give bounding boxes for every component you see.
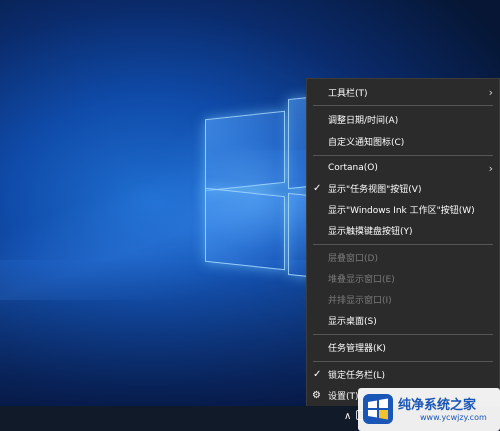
menu-item-label: 层叠窗口(D) [328, 253, 378, 264]
chevron-up-icon[interactable]: ∧ [344, 411, 351, 422]
watermark-logo-icon [363, 394, 393, 424]
menu-item-label: 工具栏(T) [328, 88, 368, 99]
menu-item-label: 显示"任务视图"按钮(V) [328, 184, 422, 195]
light-floor [0, 260, 320, 406]
menu-item-toolbars[interactable]: 工具栏(T) › [307, 82, 499, 102]
taskbar-context-menu: 工具栏(T) › 调整日期/时间(A) 自定义通知图标(C) Cortana(O… [306, 78, 500, 408]
menu-item-lock-taskbar[interactable]: ✓ 锁定任务栏(L) [307, 364, 499, 384]
menu-item-label: 任务管理器(K) [328, 343, 386, 354]
chevron-right-icon: › [488, 161, 493, 175]
menu-item-label: Cortana(O) [328, 163, 378, 173]
menu-item-label: 调整日期/时间(A) [328, 115, 399, 126]
menu-item-label: 显示触摸键盘按钮(Y) [328, 226, 413, 237]
menu-separator [313, 361, 493, 362]
menu-item-show-desktop[interactable]: 显示桌面(S) [307, 310, 499, 330]
watermark: 纯净系统之家 www.ycwjzy.com [358, 388, 500, 431]
menu-separator [313, 244, 493, 245]
menu-item-label: 堆叠显示窗口(E) [328, 274, 395, 285]
menu-item-label: 显示桌面(S) [328, 316, 377, 327]
menu-item-show-taskview[interactable]: ✓ 显示"任务视图"按钮(V) [307, 178, 499, 198]
menu-item-label: 并排显示窗口(I) [328, 295, 392, 306]
menu-item-label: 设置(T) [328, 391, 359, 402]
menu-item-label: 自定义通知图标(C) [328, 137, 405, 148]
menu-item-stack: 堆叠显示窗口(E) [307, 268, 499, 288]
menu-item-side-by-side: 并排显示窗口(I) [307, 289, 499, 309]
windows-logo-pane [205, 110, 285, 192]
chevron-right-icon: › [488, 85, 493, 99]
menu-item-label: 锁定任务栏(L) [328, 370, 386, 381]
gear-icon: ⚙ [312, 389, 321, 401]
menu-item-show-ink[interactable]: 显示"Windows Ink 工作区"按钮(W) [307, 199, 499, 219]
menu-separator [313, 105, 493, 106]
menu-item-customize-notify[interactable]: 自定义通知图标(C) [307, 131, 499, 151]
menu-item-show-keyboard[interactable]: 显示触摸键盘按钮(Y) [307, 220, 499, 240]
windows-logo-pane [205, 187, 285, 271]
menu-item-cortana[interactable]: Cortana(O) › [307, 158, 499, 178]
menu-item-task-manager[interactable]: 任务管理器(K) [307, 337, 499, 357]
watermark-url: www.ycwjzy.com [420, 413, 487, 422]
menu-item-label: 显示"Windows Ink 工作区"按钮(W) [328, 205, 475, 216]
menu-separator [313, 155, 493, 156]
menu-item-cascade: 层叠窗口(D) [307, 247, 499, 267]
menu-separator [313, 334, 493, 335]
menu-item-adjust-datetime[interactable]: 调整日期/时间(A) [307, 109, 499, 129]
watermark-title: 纯净系统之家 [398, 398, 477, 413]
checkmark-icon: ✓ [313, 182, 322, 194]
checkmark-icon: ✓ [313, 368, 322, 380]
